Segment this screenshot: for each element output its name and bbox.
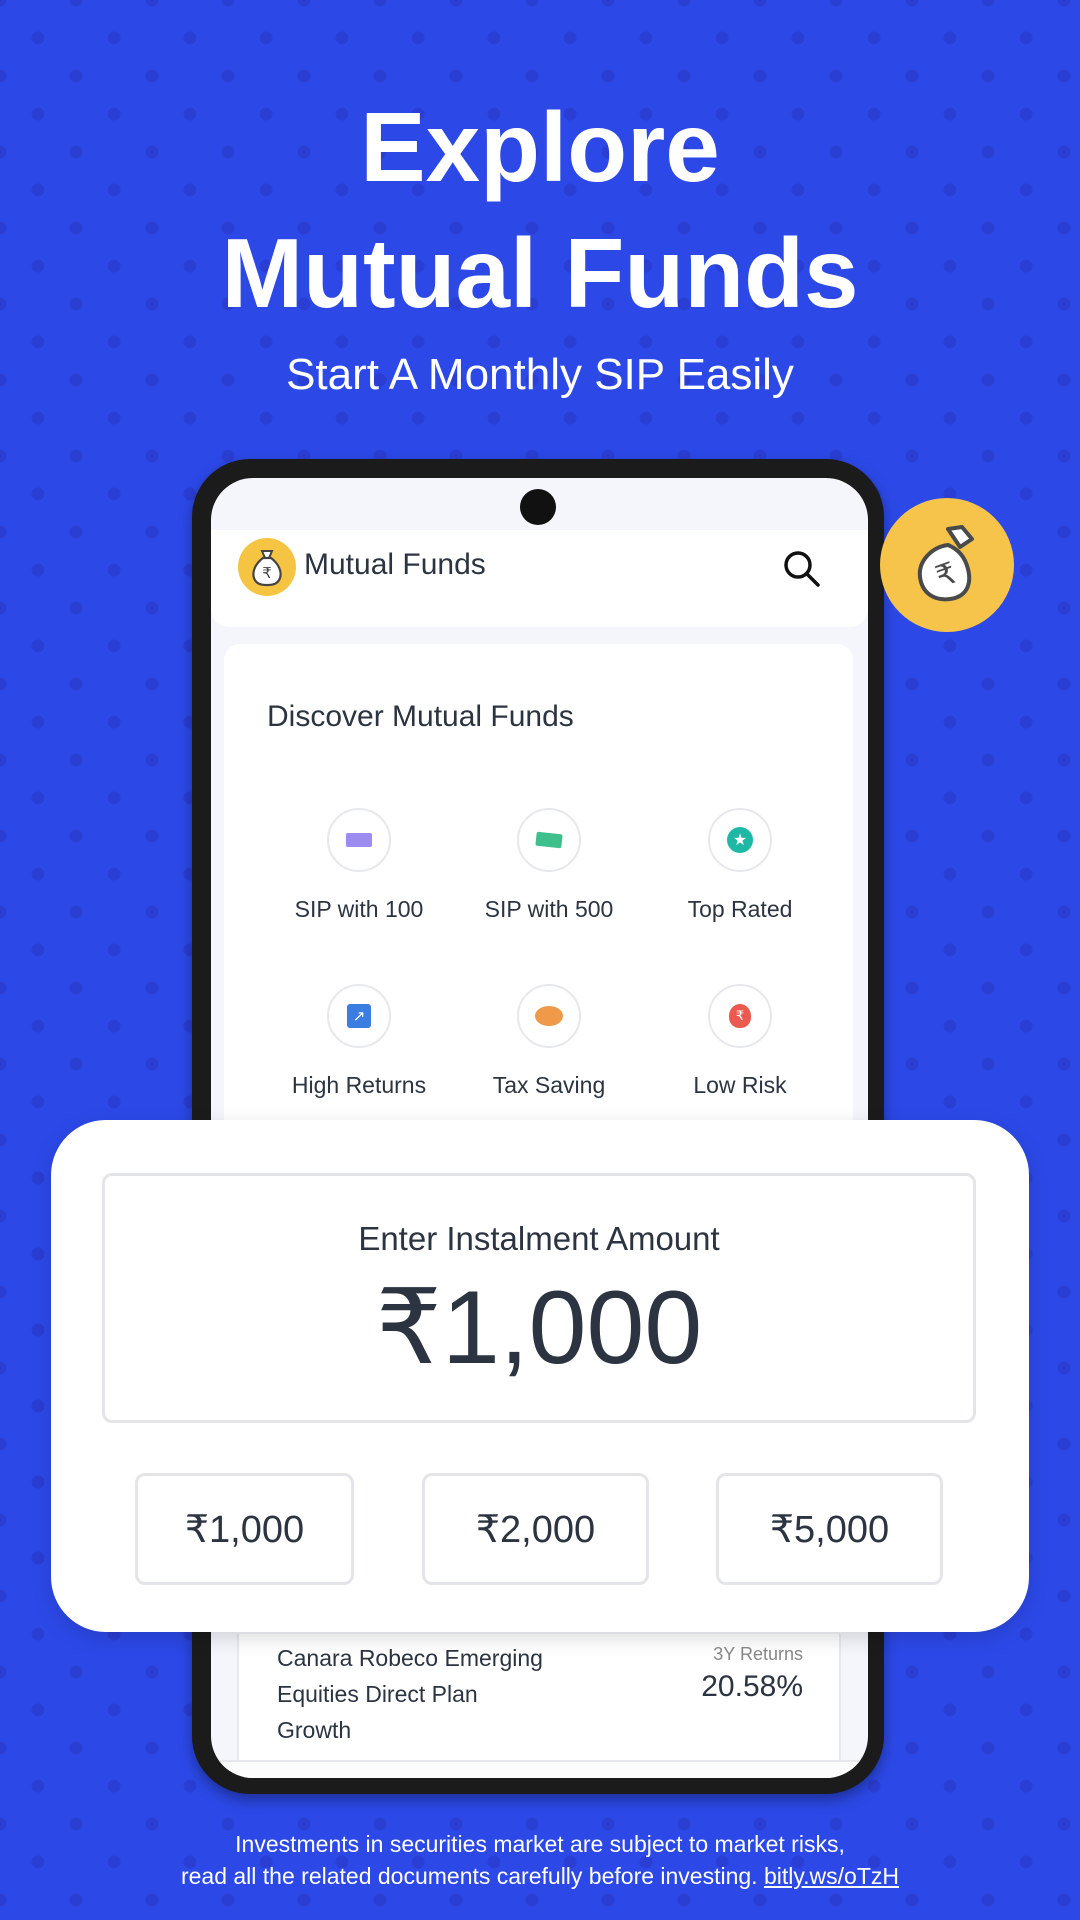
star-badge-icon: ★ — [708, 808, 772, 872]
money-bag-logo-icon: ₹ — [238, 538, 296, 596]
fund-name: Canara Robeco Emerging Equities Direct Pl… — [277, 1645, 543, 1743]
instalment-amount-input[interactable]: Enter Instalment Amount ₹1,000 — [102, 1173, 976, 1423]
preset-2000-button[interactable]: ₹2,000 — [422, 1473, 649, 1585]
money-bag-icon: ₹ — [708, 984, 772, 1048]
discover-title: Discover Mutual Funds — [267, 700, 574, 733]
money-bag-badge-icon: ₹ — [880, 498, 1014, 632]
bottom-bar — [211, 1760, 868, 1778]
category-top-rated[interactable]: ★ Top Rated — [645, 808, 835, 923]
instalment-amount: ₹1,000 — [375, 1270, 703, 1386]
fund-list-item[interactable]: Canara Robeco Emerging Equities Direct Pl… — [237, 1634, 841, 1760]
returns-label: 3Y Returns — [713, 1644, 803, 1664]
category-low-risk[interactable]: ₹ Low Risk — [645, 984, 835, 1099]
category-tax-saving[interactable]: Tax Saving — [454, 984, 644, 1099]
rupee-500-note-icon — [517, 808, 581, 872]
app-title: Mutual Funds — [304, 548, 486, 581]
instalment-label: Enter Instalment Amount — [358, 1220, 720, 1257]
svg-text:₹: ₹ — [262, 564, 272, 582]
hero-title-line2: Mutual Funds — [221, 218, 859, 328]
piggy-bank-icon — [517, 984, 581, 1048]
trending-up-icon: ↗ — [327, 984, 391, 1048]
category-sip-500[interactable]: SIP with 500 — [454, 808, 644, 923]
hero-subtitle: Start A Monthly SIP Easily — [286, 350, 794, 399]
instalment-card: Enter Instalment Amount ₹1,000 ₹1,000 ₹2… — [51, 1120, 1029, 1632]
category-high-returns[interactable]: ↗ High Returns — [264, 984, 454, 1099]
front-camera — [520, 489, 556, 525]
search-icon[interactable] — [781, 548, 823, 595]
returns-value: 20.58% — [701, 1670, 803, 1703]
rupee-100-note-icon — [327, 808, 391, 872]
hero-title-line1: Explore — [360, 92, 720, 202]
disclaimer: Investments in securities market are sub… — [180, 1831, 900, 1889]
preset-1000-button[interactable]: ₹1,000 — [135, 1473, 354, 1585]
disclaimer-link[interactable]: bitly.ws/oTzH — [764, 1863, 899, 1889]
preset-5000-button[interactable]: ₹5,000 — [716, 1473, 943, 1585]
category-sip-100[interactable]: SIP with 100 — [264, 808, 454, 923]
